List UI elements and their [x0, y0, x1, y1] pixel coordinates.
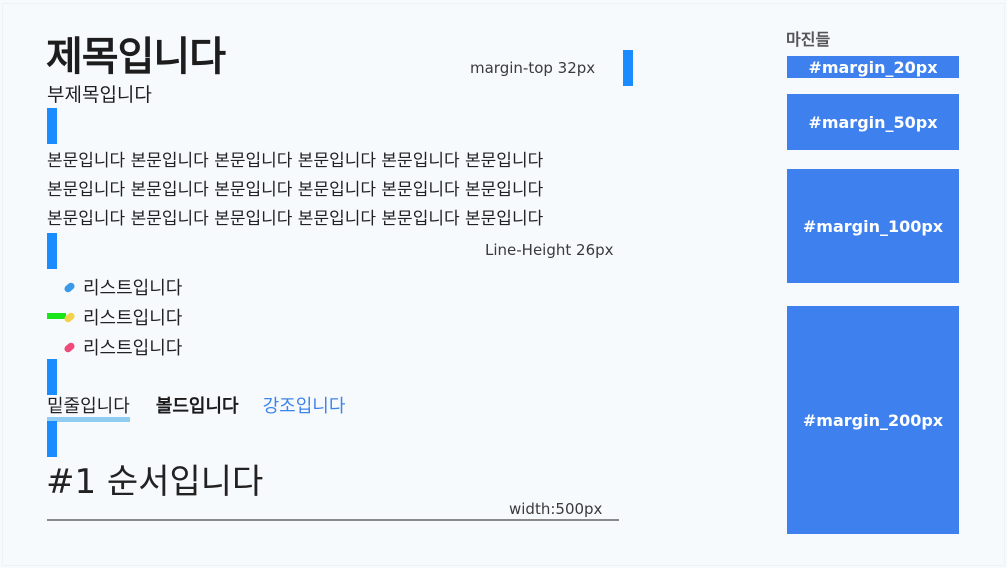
body-paragraph: 본문입니다 본문입니다 본문입니다 본문입니다 본문입니다 본문입니다 본문입니…: [47, 147, 543, 234]
divider: [47, 519, 619, 521]
margin-marker: [47, 421, 57, 457]
margin-box-label: #margin_200px: [802, 410, 944, 430]
body-line: 본문입니다 본문입니다 본문입니다 본문입니다 본문입니다 본문입니다: [47, 209, 544, 229]
margin-marker: [47, 108, 57, 144]
list-item-label: 리스트입니다: [83, 308, 183, 329]
underlined-text: 밑줄입니다: [47, 394, 130, 422]
margin-marker: [47, 233, 57, 269]
bullet-list: 리스트입니다 리스트입니다 리스트입니다: [63, 272, 183, 362]
line-height-annotation: Line-Height 26px: [485, 241, 614, 259]
emphasis-text: 강조입니다: [262, 396, 346, 417]
margin-box-200: #margin_200px: [787, 306, 959, 534]
list-item: 리스트입니다: [63, 272, 183, 302]
margin-box-label: #margin_50px: [808, 112, 938, 132]
width-annotation: width:500px: [509, 500, 603, 518]
page-title: 제목입니다: [46, 34, 226, 80]
pill-bullet-icon: [63, 280, 76, 294]
margin-box-100: #margin_100px: [787, 169, 959, 283]
sidebar-title: 마진들: [786, 30, 831, 49]
page-subtitle: 부제목입니다: [47, 84, 152, 106]
list-item: 리스트입니다: [63, 302, 183, 332]
margin-box-20: #margin_20px: [787, 56, 959, 78]
margin-box-label: #margin_20px: [808, 57, 938, 77]
body-line: 본문입니다 본문입니다 본문입니다 본문입니다 본문입니다 본문입니다: [47, 151, 544, 171]
list-item-label: 리스트입니다: [83, 278, 183, 299]
margin-top-annotation: margin-top 32px: [470, 59, 596, 77]
pill-bullet-icon: [63, 310, 76, 324]
list-item: 리스트입니다: [63, 332, 183, 362]
margin-box-label: #margin_100px: [802, 216, 944, 236]
margin-marker: [47, 359, 57, 395]
pill-bullet-icon: [63, 340, 76, 354]
list-item-label: 리스트입니다: [83, 338, 183, 359]
ordered-heading: #1 순서입니다: [46, 462, 264, 502]
body-line: 본문입니다 본문입니다 본문입니다 본문입니다 본문입니다 본문입니다: [47, 180, 544, 200]
inline-styles-row: 밑줄입니다 볼드입니다 강조입니다: [47, 394, 346, 422]
margin-box-50: #margin_50px: [787, 94, 959, 150]
bold-text: 볼드입니다: [155, 396, 239, 417]
margin-marker: [623, 50, 633, 86]
